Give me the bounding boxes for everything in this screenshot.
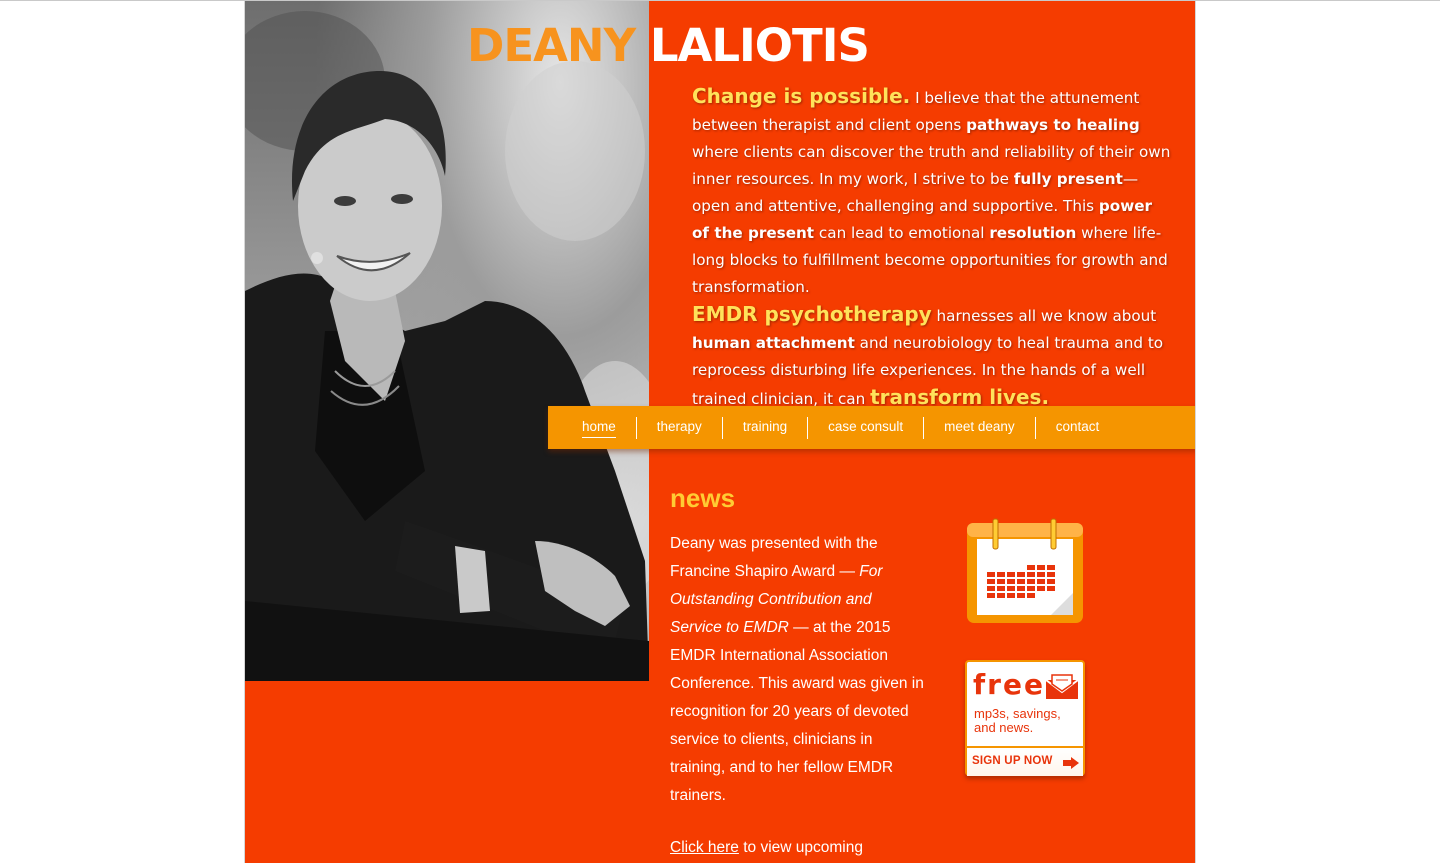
nav-item-label: home bbox=[582, 418, 616, 438]
nav-item-home[interactable]: home bbox=[570, 417, 636, 439]
news-body: Deany was presented with the Francine Sh… bbox=[670, 530, 925, 810]
nav-item-training[interactable]: training bbox=[721, 416, 807, 439]
arrow-right-icon bbox=[1063, 756, 1079, 769]
nav-item-label: therapy bbox=[656, 418, 702, 434]
site-title-first: DEANY bbox=[467, 19, 636, 72]
free-title: free bbox=[973, 668, 1045, 701]
signup-widget[interactable]: free mp3s, savings, and news. SIGN UP NO… bbox=[965, 660, 1085, 776]
news-heading: news bbox=[670, 483, 736, 513]
nav-item-label: meet deany bbox=[944, 418, 1015, 434]
sign-up-now-button[interactable]: SIGN UP NOW bbox=[972, 755, 1053, 767]
highlight-text: Change is possible. bbox=[692, 84, 911, 108]
nav-item-therapy[interactable]: therapy bbox=[635, 416, 722, 439]
body-text: harnesses all we know about bbox=[931, 307, 1157, 325]
nav-item-case-consult[interactable]: case consult bbox=[807, 416, 923, 439]
intro-bold-text: fully present bbox=[1013, 170, 1123, 188]
news-more-line: Click here to view upcoming bbox=[670, 834, 863, 862]
portrait-photo bbox=[245, 1, 649, 681]
news-more-suffix: to view upcoming bbox=[738, 839, 863, 856]
free-subtitle: mp3s, savings, and news. bbox=[974, 706, 1061, 735]
signup-bar[interactable]: SIGN UP NOW bbox=[967, 746, 1083, 776]
intro-bold-text: human attachment bbox=[692, 334, 855, 352]
envelope-icon bbox=[1045, 672, 1079, 700]
intro-paragraph-change: Change is possible. I believe that the a… bbox=[692, 83, 1172, 301]
intro-bold-text: resolution bbox=[989, 224, 1077, 242]
intro-text: Change is possible. I believe that the a… bbox=[692, 83, 1172, 413]
site-title: DEANY LALIOTIS bbox=[467, 19, 870, 73]
calendar-icon[interactable] bbox=[965, 517, 1085, 625]
site-title-last: LALIOTIS bbox=[649, 19, 870, 72]
nav-item-label: contact bbox=[1055, 418, 1100, 434]
body-text: — at the 2015 EMDR International Associa… bbox=[670, 619, 924, 804]
intro-paragraph-emdr: EMDR psychotherapy harnesses all we know… bbox=[692, 301, 1172, 413]
nav-item-label: training bbox=[742, 418, 788, 434]
nav-item-label: case consult bbox=[828, 418, 904, 434]
body-text: Deany was presented with the Francine Sh… bbox=[670, 535, 878, 580]
site-container: DEANY LALIOTIS Change is possible. I bel… bbox=[244, 1, 1196, 863]
click-here-link[interactable]: Click here bbox=[670, 839, 739, 856]
nav-item-meet-deany[interactable]: meet deany bbox=[923, 416, 1035, 439]
body-text: can lead to emotional bbox=[814, 224, 990, 242]
nav-item-contact[interactable]: contact bbox=[1034, 416, 1120, 439]
highlight-text: EMDR psychotherapy bbox=[692, 302, 932, 326]
intro-bold-text: pathways to healing bbox=[966, 116, 1140, 134]
main-nav: home therapy training case consult meet dean… bbox=[548, 406, 1195, 449]
